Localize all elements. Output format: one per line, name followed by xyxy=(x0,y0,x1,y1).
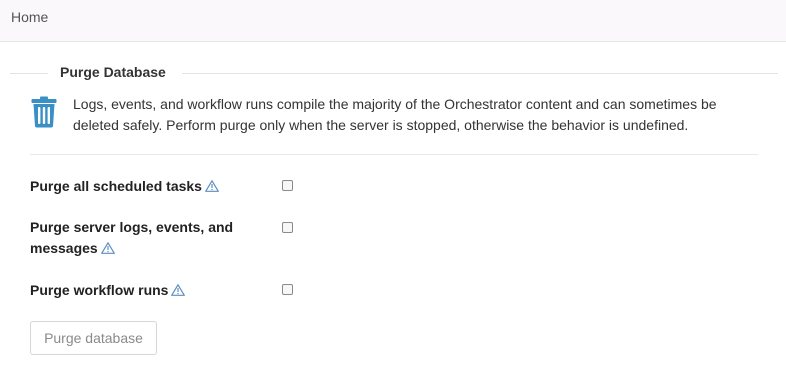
top-bar: Home xyxy=(0,0,786,42)
purge-database-button[interactable]: Purge database xyxy=(30,321,157,355)
fieldset-divider xyxy=(10,73,48,74)
option-purge-workflow-runs: Purge workflow runs xyxy=(30,280,270,301)
checkbox-purge-scheduled-tasks[interactable] xyxy=(282,180,293,191)
option-label: Purge server logs, events, and messages xyxy=(30,219,234,256)
option-purge-scheduled-tasks: Purge all scheduled tasks xyxy=(30,176,270,197)
section-description: Logs, events, and workflow runs compile … xyxy=(73,96,717,133)
checkbox-purge-workflow-runs[interactable] xyxy=(282,284,293,295)
option-purge-server-logs: Purge server logs, events, and messages xyxy=(30,217,270,259)
checkbox-purge-server-logs[interactable] xyxy=(282,222,293,233)
fieldset-divider xyxy=(182,73,778,74)
section-title: Purge Database xyxy=(60,64,166,80)
trash-icon xyxy=(31,96,57,128)
warning-icon xyxy=(171,284,186,296)
breadcrumb-home[interactable]: Home xyxy=(11,9,48,25)
option-label: Purge workflow runs xyxy=(30,282,169,298)
warning-icon xyxy=(100,242,115,254)
warning-icon xyxy=(205,180,219,192)
option-label: Purge all scheduled tasks xyxy=(30,178,202,194)
divider xyxy=(30,154,758,155)
